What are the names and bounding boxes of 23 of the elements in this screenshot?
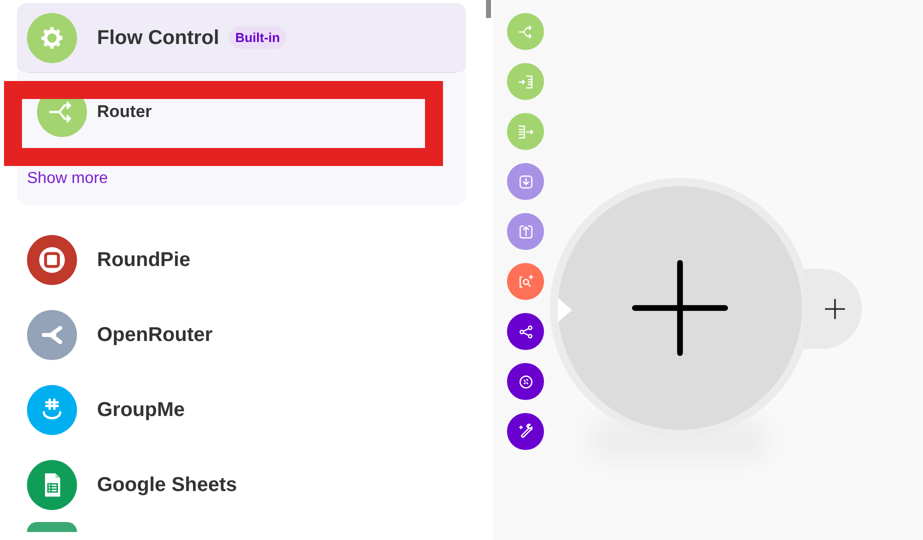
module-name: Router bbox=[97, 101, 152, 124]
toolbar-button[interactable] bbox=[507, 363, 544, 400]
app-item[interactable]: GroupMe bbox=[17, 372, 466, 447]
toolbar-button[interactable] bbox=[507, 313, 544, 350]
category-title: Flow Control bbox=[97, 26, 220, 50]
app-name: GroupMe bbox=[97, 398, 185, 422]
app-name: RoundPie bbox=[97, 248, 190, 272]
square-ring-icon bbox=[38, 246, 66, 274]
app-item[interactable]: Google Sheets bbox=[17, 447, 466, 522]
scrollbar-thumb[interactable] bbox=[486, 0, 491, 18]
plus-icon bbox=[823, 297, 847, 321]
built-in-badge: Built-in bbox=[229, 26, 286, 50]
app-item[interactable]: OpenRouter bbox=[17, 297, 466, 372]
category-header[interactable]: Flow Control Built-in bbox=[17, 3, 466, 72]
show-more-link[interactable]: Show more bbox=[27, 167, 108, 191]
module-item[interactable]: Router bbox=[27, 87, 456, 137]
app-name: OpenRouter bbox=[97, 322, 213, 348]
toolbar-button[interactable] bbox=[507, 413, 544, 450]
plus-icon bbox=[632, 260, 728, 356]
pointer-icon bbox=[558, 298, 572, 322]
app-item[interactable]: RoundPie bbox=[17, 222, 466, 297]
app-name: Google Sheets bbox=[97, 472, 238, 498]
app-icon bbox=[27, 522, 77, 532]
